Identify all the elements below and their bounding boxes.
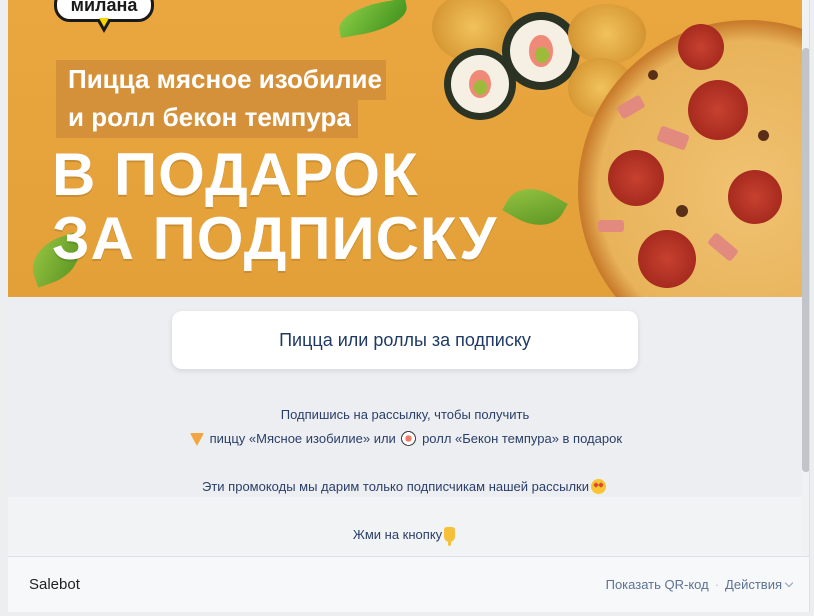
star-struck-emoji-icon	[591, 479, 606, 494]
message-line-promocodes: Эти промокоды мы дарим только подписчика…	[8, 479, 802, 494]
pizza-emoji-icon	[189, 433, 204, 446]
logo-pin-tail-inner	[99, 18, 109, 27]
bot-name: Salebot	[29, 576, 80, 593]
tempura-roll-image	[568, 4, 646, 64]
message-footer: Salebot Показать QR-код · Действия	[8, 556, 809, 612]
message-line-press-button: Жми на кнопку	[8, 527, 802, 546]
basil-leaf-icon	[336, 0, 410, 38]
offer-roll-text: ролл «Бекон темпура» в подарок	[422, 431, 623, 446]
press-button-text: Жми на кнопку	[352, 527, 443, 542]
chevron-down-icon	[784, 578, 794, 588]
gift-headline-line1: В ПОДАРОК	[52, 141, 419, 208]
scrollbar-thumb[interactable]	[802, 48, 809, 472]
pointing-down-emoji-icon	[444, 527, 456, 546]
message-line-offer: пиццу «Мясное изобилие» или ролл «Бекон …	[8, 431, 802, 446]
promocodes-text: Эти промокоды мы дарим только подписчика…	[202, 479, 589, 494]
promo-banner-image: милана Пицца мясное изобилие и ролл беко…	[8, 0, 802, 297]
gift-headline-line2: ЗА ПОДПИСКУ	[52, 205, 498, 272]
actions-dropdown[interactable]: Действия	[725, 577, 794, 592]
footer-separator: ·	[714, 577, 720, 592]
chat-window: милана Пицца мясное изобилие и ролл беко…	[8, 0, 810, 612]
promo-title-line2: и ролл бекон темпура	[56, 98, 358, 138]
sushi-roll-image	[444, 48, 516, 120]
show-qr-code-link[interactable]: Показать QR-код	[606, 577, 709, 592]
basil-leaf-icon	[502, 177, 568, 237]
promo-title-line1: Пицца мясное изобилие	[56, 60, 386, 100]
sushi-emoji-icon	[401, 431, 417, 446]
actions-label: Действия	[725, 577, 782, 592]
offer-pizza-text: пиццу «Мясное изобилие» или	[209, 431, 396, 446]
subscribe-cta-button[interactable]: Пицца или роллы за подписку	[172, 311, 638, 369]
message-content: Пицца или роллы за подписку Подпишись на…	[8, 297, 802, 556]
message-line-subscribe: Подпишись на рассылку, чтобы получить	[280, 407, 530, 422]
footer-actions: Показать QR-код · Действия	[606, 577, 794, 592]
